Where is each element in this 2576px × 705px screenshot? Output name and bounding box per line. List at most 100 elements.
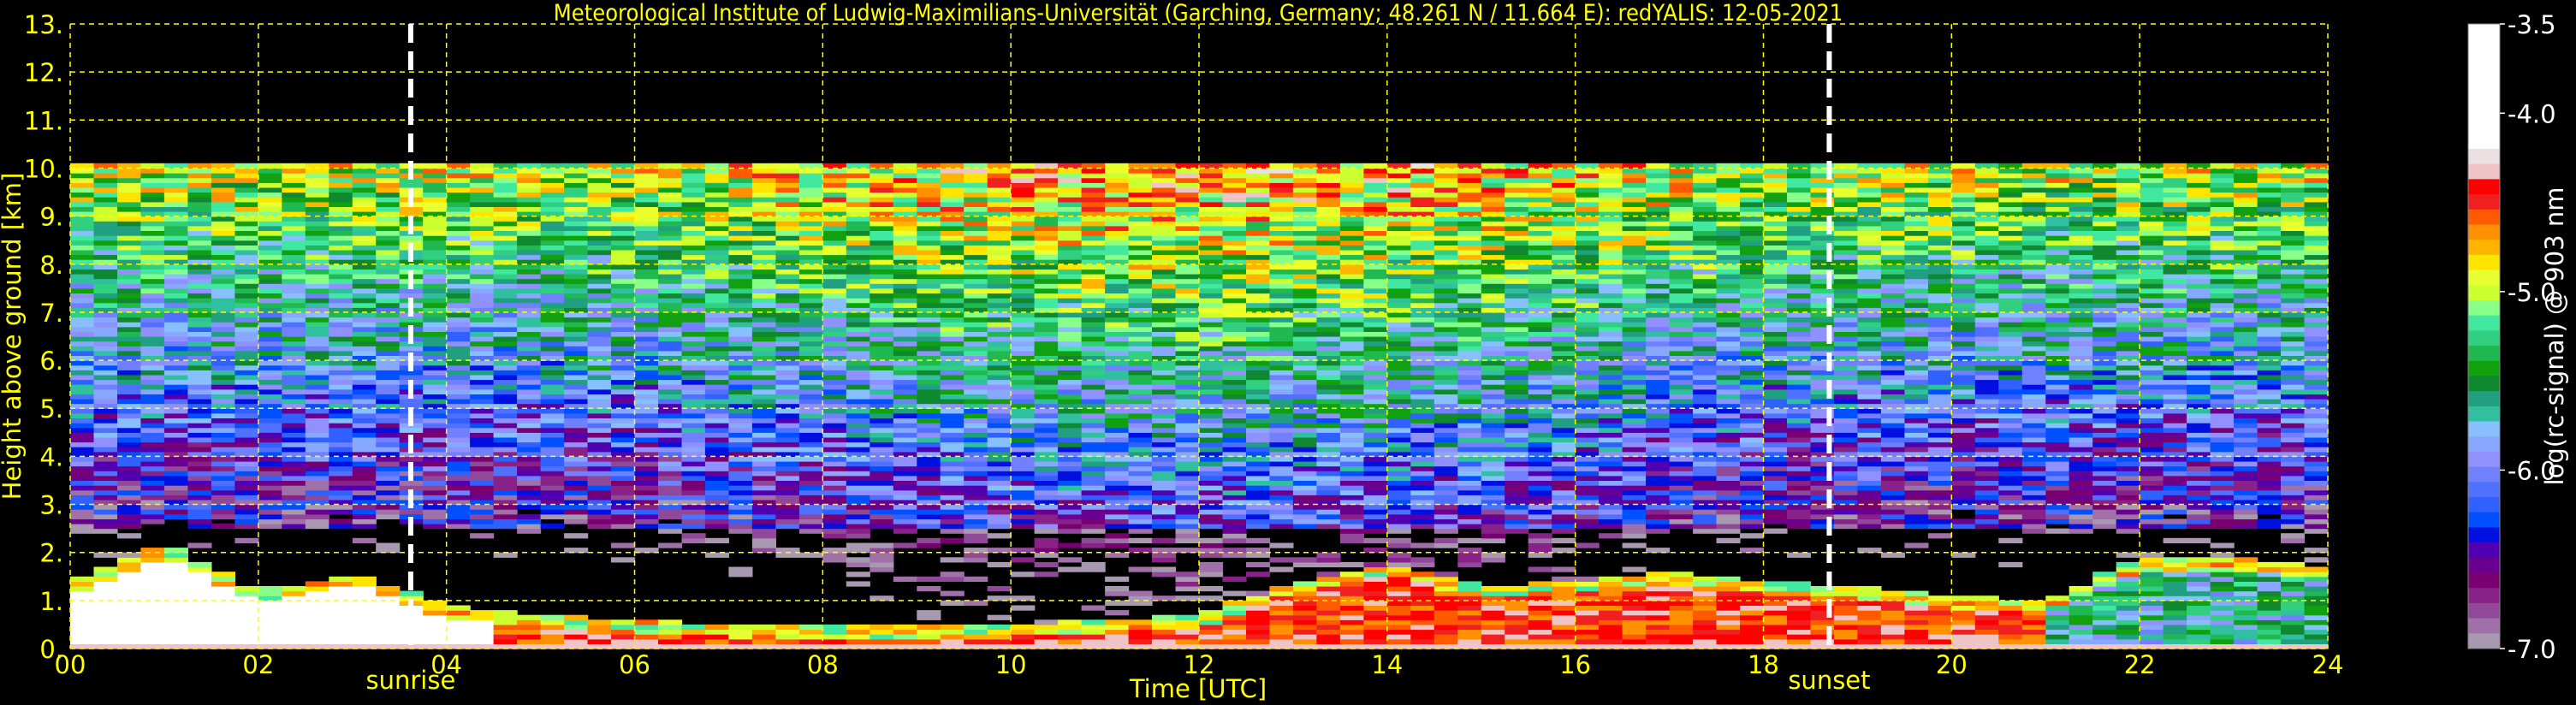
heatmap-cell [728,278,753,284]
heatmap-cell [870,283,894,289]
heatmap-cell [798,624,823,631]
heatmap-cell [1199,471,1224,477]
heatmap-cell [140,182,165,188]
heatmap-cell [846,287,870,293]
heatmap-cell [634,221,659,227]
heatmap-cell [822,634,847,640]
heatmap-cell [940,374,965,381]
heatmap-cell [822,346,847,352]
heatmap-cell [1105,509,1130,515]
heatmap-cell [822,489,847,495]
heatmap-cell [305,504,329,510]
heatmap-cell [117,586,142,592]
heatmap-cell [540,249,565,256]
heatmap-cell [187,197,212,203]
heatmap-cell [234,509,259,515]
heatmap-cell [399,509,424,515]
heatmap-cell [917,485,941,491]
heatmap-cell [1292,249,1317,256]
heatmap-cell [704,513,729,519]
heatmap-cell [540,418,565,424]
heatmap-cell [1269,485,1294,491]
heatmap-cell [376,427,401,433]
heatmap-cell [870,287,894,293]
heatmap-cell [517,245,542,251]
heatmap-cell [1339,475,1364,481]
heatmap-cell [728,302,753,308]
heatmap-cell [964,513,988,519]
heatmap-cell [987,230,1012,236]
heatmap-cell [798,374,823,381]
heatmap-cell [917,388,941,394]
heatmap-cell [634,206,659,212]
heatmap-cell [1105,504,1130,510]
heatmap-cell [775,274,800,280]
heatmap-cell [1152,360,1177,366]
heatmap-cell [517,436,542,443]
heatmap-cell [893,418,917,424]
heatmap-cell [987,480,1012,486]
heatmap-cell [187,542,212,548]
heatmap-cell [1199,629,1224,635]
heatmap-cell [681,518,706,524]
heatmap-cell [704,206,729,212]
heatmap-cell [211,201,235,207]
heatmap-cell [493,235,518,241]
heatmap-cell [964,489,988,495]
heatmap-cell [163,374,188,381]
heatmap-cell [187,513,212,519]
heatmap-cell [964,341,988,347]
heatmap-cell [117,572,142,578]
heatmap-cell [1011,336,1036,342]
heatmap-cell [1292,254,1317,260]
heatmap-cell [117,552,142,558]
heatmap-cell [940,355,965,361]
heatmap-cell [822,269,847,275]
heatmap-cell [187,355,212,361]
heatmap-cell [775,182,800,188]
heatmap-cell [1152,370,1177,376]
heatmap-cell [1222,206,1247,212]
heatmap-cell [305,221,329,227]
heatmap-cell [1246,249,1271,256]
heatmap-cell [329,605,353,611]
heatmap-cell [352,513,377,519]
heatmap-cell [1034,403,1059,409]
heatmap-cell [1339,576,1364,582]
heatmap-cell [1128,168,1153,174]
heatmap-cell [964,423,988,429]
heatmap-cell [187,403,212,409]
heatmap-cell [964,311,988,318]
heatmap-cell [1292,173,1317,179]
heatmap-cell [893,384,917,390]
heatmap-cell [163,619,188,625]
heatmap-cell [1128,427,1153,433]
heatmap-cell [846,418,870,424]
heatmap-cell [728,629,753,635]
heatmap-cell [211,187,235,193]
heatmap-cell [258,456,282,462]
heatmap-cell [93,629,118,635]
heatmap-cell [376,197,401,203]
heatmap-cell [493,436,518,443]
heatmap-cell [917,197,941,203]
heatmap-cell [1292,379,1317,385]
heatmap-cell [352,485,377,491]
heatmap-cell [187,524,212,530]
heatmap-cell [1175,259,1200,265]
heatmap-cell [352,331,377,337]
heatmap-cell [1081,264,1106,270]
heatmap-cell [470,610,495,616]
heatmap-cell [1011,235,1036,241]
heatmap-cell [352,302,377,308]
heatmap-cell [540,254,565,260]
heatmap-cell [446,206,471,212]
heatmap-cell [1269,163,1294,169]
heatmap-cell [751,287,776,293]
heatmap-cell [1058,311,1083,318]
heatmap-cell [1199,287,1224,293]
heatmap-cell [1363,399,1388,405]
heatmap-cell [163,509,188,515]
heatmap-cell [1152,283,1177,289]
heatmap-cell [1222,201,1247,207]
